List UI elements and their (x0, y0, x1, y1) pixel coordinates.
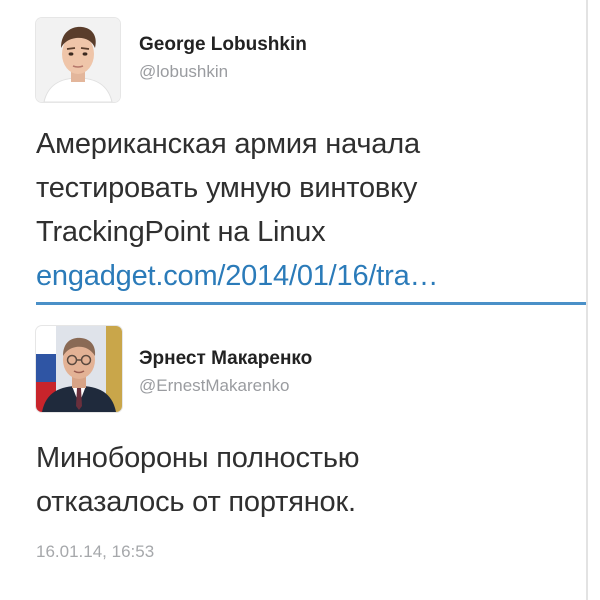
tweet-text-line: Минобороны полностью (36, 442, 360, 474)
author-handle[interactable]: @ErnestMakarenko (139, 376, 290, 396)
avatar[interactable] (36, 18, 120, 102)
timestamp[interactable]: 16.01.14, 16:53 (36, 542, 154, 562)
tweet-text-line: тестировать умную винтовку (36, 172, 418, 204)
tweet-text-line: Американская армия начала (36, 128, 420, 160)
tweet-link[interactable]: engadget.com/2014/01/16/tra… (36, 254, 576, 298)
avatar[interactable] (36, 326, 122, 412)
tweet-lobushkin[interactable]: George Lobushkin @lobushkin Американская… (0, 0, 586, 302)
young-man-portrait-icon (36, 18, 120, 102)
edge-line (586, 0, 588, 600)
tweet-text: Минобороны полностью отказалось от портя… (36, 436, 576, 524)
author-handle[interactable]: @lobushkin (139, 62, 228, 82)
tweet-text-line: TrackingPoint на Linux (36, 216, 326, 248)
official-portrait-icon (36, 326, 122, 412)
tweet-makarenko[interactable]: Эрнест Макаренко @ErnestMakarenko Минобо… (0, 308, 586, 600)
author-name[interactable]: Эрнест Макаренко (139, 348, 312, 370)
tweet-text-line: отказалось от портянок. (36, 486, 356, 518)
divider (36, 302, 586, 305)
author-name[interactable]: George Lobushkin (139, 34, 307, 56)
tweet-text: Американская армия начала тестировать ум… (36, 122, 576, 298)
